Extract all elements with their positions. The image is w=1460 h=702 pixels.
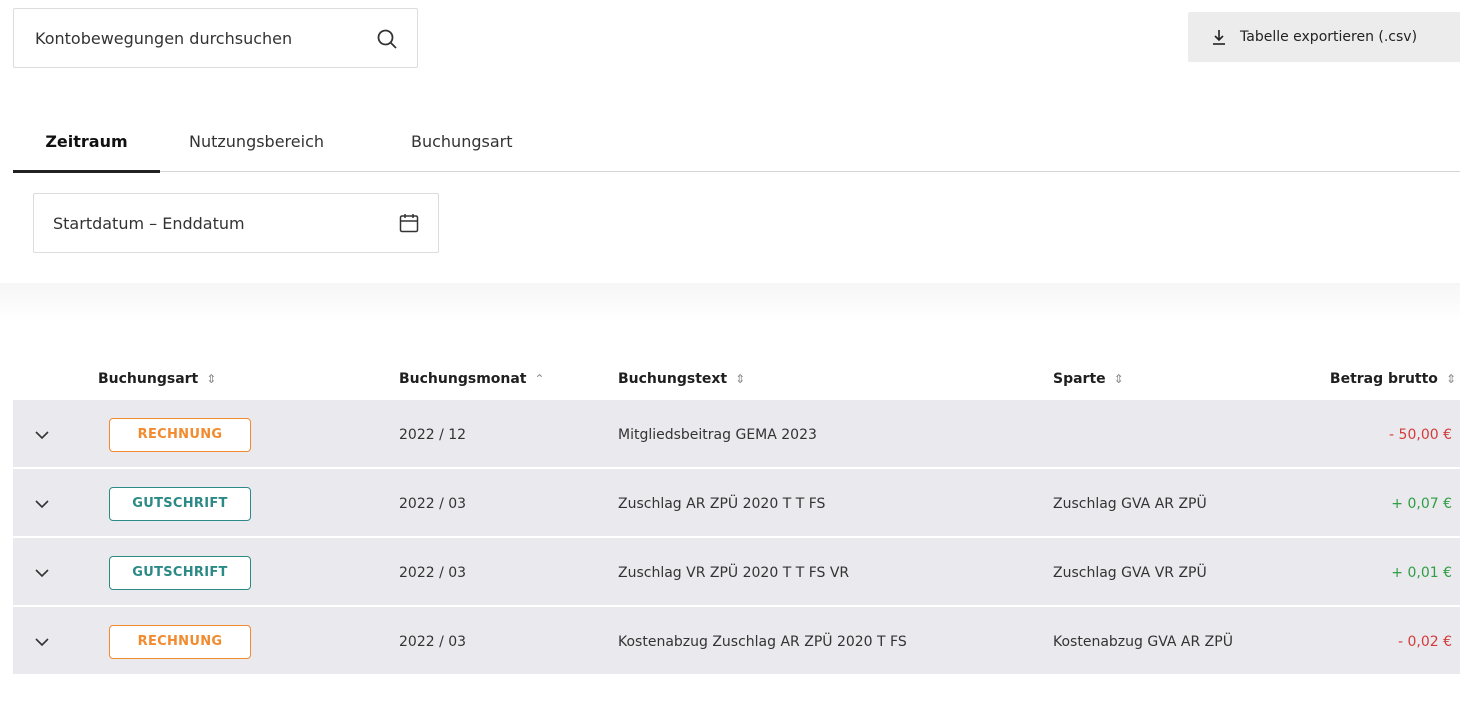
tab-nutzungsbereich[interactable]: Nutzungsbereich xyxy=(189,110,324,172)
header-buchungsart[interactable]: Buchungsart ⇕ xyxy=(98,358,216,400)
header-buchungstext[interactable]: Buchungstext ⇕ xyxy=(618,358,745,400)
export-csv-button[interactable]: Tabelle exportieren (.csv) xyxy=(1188,12,1460,62)
chevron-down-icon xyxy=(35,499,49,508)
cell-buchungstext: Zuschlag AR ZPÜ 2020 T T FS xyxy=(618,495,826,512)
export-label: Tabelle exportieren (.csv) xyxy=(1240,29,1418,45)
cell-buchungsmonat: 2022 / 03 xyxy=(399,564,467,581)
expand-row-button[interactable] xyxy=(30,400,54,469)
transactions-table: Buchungsart ⇕ Buchungsmonat ⌃ Buchungste… xyxy=(13,358,1460,676)
header-label: Buchungsmonat xyxy=(399,371,527,387)
cell-buchungstext: Mitgliedsbeitrag GEMA 2023 xyxy=(618,426,817,443)
cell-buchungstext: Zuschlag VR ZPÜ 2020 T T FS VR xyxy=(618,564,850,581)
tab-buchungsart[interactable]: Buchungsart xyxy=(411,110,512,172)
table-header: Buchungsart ⇕ Buchungsmonat ⌃ Buchungste… xyxy=(13,358,1460,400)
table-row[interactable]: GUTSCHRIFT 2022 / 03 Zuschlag AR ZPÜ 202… xyxy=(13,469,1460,538)
cell-betrag: + 0,07 € xyxy=(1391,495,1452,512)
expand-row-button[interactable] xyxy=(30,607,54,676)
chevron-down-icon xyxy=(35,568,49,577)
cell-betrag: - 0,02 € xyxy=(1397,633,1452,650)
chevron-down-icon xyxy=(35,430,49,439)
header-buchungsmonat[interactable]: Buchungsmonat ⌃ xyxy=(399,358,545,400)
header-betrag-brutto[interactable]: Betrag brutto ⇕ xyxy=(1330,358,1456,400)
cell-betrag: - 50,00 € xyxy=(1389,426,1452,443)
cell-buchungsmonat: 2022 / 03 xyxy=(399,495,467,512)
header-sparte[interactable]: Sparte ⇕ xyxy=(1053,358,1124,400)
search-input[interactable] xyxy=(35,28,370,48)
cell-sparte: Kostenabzug GVA AR ZPÜ xyxy=(1053,633,1233,650)
download-icon xyxy=(1213,30,1225,45)
expand-row-button[interactable] xyxy=(30,469,54,538)
status-badge: RECHNUNG xyxy=(109,417,251,452)
cell-buchungsmonat: 2022 / 12 xyxy=(399,426,467,443)
tab-zeitraum[interactable]: Zeitraum xyxy=(13,110,160,173)
sort-ascending-icon: ⌃ xyxy=(534,372,545,386)
sort-icon: ⇕ xyxy=(735,372,746,386)
status-badge: RECHNUNG xyxy=(109,624,251,659)
search-field[interactable] xyxy=(13,8,418,68)
cell-betrag: + 0,01 € xyxy=(1391,564,1452,581)
status-badge: GUTSCHRIFT xyxy=(109,486,251,521)
table-row[interactable]: RECHNUNG 2022 / 12 Mitgliedsbeitrag GEMA… xyxy=(13,400,1460,469)
header-label: Betrag brutto xyxy=(1329,371,1438,387)
date-range-input[interactable] xyxy=(53,213,383,233)
sort-icon: ⇕ xyxy=(206,372,217,386)
cell-buchungstext: Kostenabzug Zuschlag AR ZPÜ 2020 T FS xyxy=(618,633,907,650)
date-range-field[interactable] xyxy=(33,193,439,253)
sort-icon: ⇕ xyxy=(1113,372,1124,386)
table-row[interactable]: GUTSCHRIFT 2022 / 03 Zuschlag VR ZPÜ 202… xyxy=(13,538,1460,607)
header-label: Buchungstext xyxy=(618,371,728,387)
cell-buchungsmonat: 2022 / 03 xyxy=(399,633,467,650)
header-label: Buchungsart xyxy=(98,371,199,387)
filter-tabs: Zeitraum Nutzungsbereich Buchungsart xyxy=(13,110,1460,173)
calendar-icon[interactable] xyxy=(398,212,420,234)
table-row[interactable]: RECHNUNG 2022 / 03 Kostenabzug Zuschlag … xyxy=(13,607,1460,676)
header-label: Sparte xyxy=(1053,371,1106,387)
cell-sparte: Zuschlag GVA AR ZPÜ xyxy=(1053,495,1207,512)
cell-sparte xyxy=(1053,400,1253,469)
chevron-down-icon xyxy=(35,637,49,646)
cell-sparte: Zuschlag GVA VR ZPÜ xyxy=(1053,564,1207,581)
search-icon[interactable] xyxy=(375,27,399,51)
status-badge: GUTSCHRIFT xyxy=(109,555,251,590)
sort-icon: ⇕ xyxy=(1445,372,1456,386)
expand-row-button[interactable] xyxy=(30,538,54,607)
section-divider xyxy=(0,283,1460,323)
